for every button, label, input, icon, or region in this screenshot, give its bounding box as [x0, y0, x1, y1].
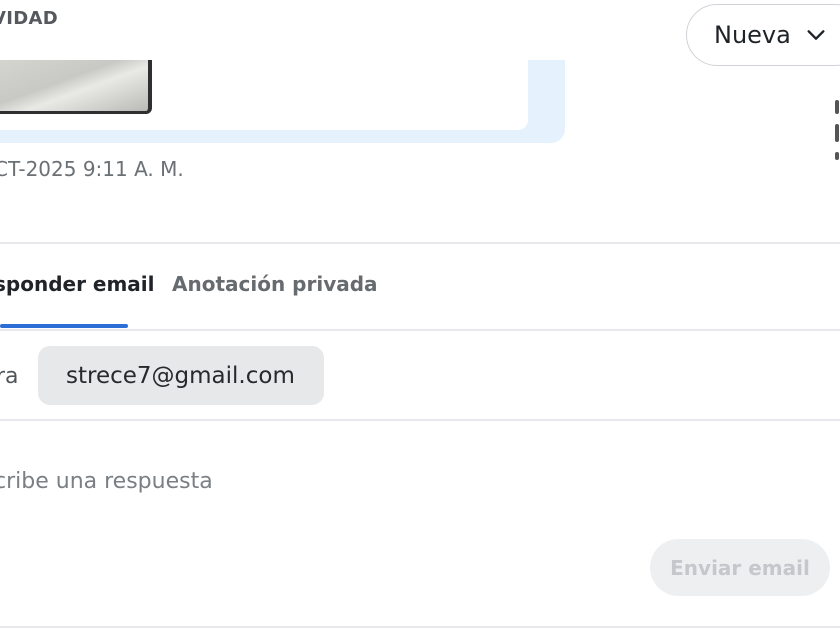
divider — [0, 329, 840, 331]
attachment-thumbnail[interactable] — [0, 60, 152, 114]
tab-reply-email[interactable]: sponder email — [0, 272, 155, 296]
chevron-down-icon — [807, 30, 825, 40]
divider — [0, 626, 840, 628]
to-label: ra — [0, 364, 19, 389]
message-timestamp: CT-2025 9:11 A. M. — [0, 157, 184, 181]
reply-input[interactable] — [0, 455, 816, 507]
recipient-email: strece7@gmail.com — [66, 362, 295, 389]
active-tab-indicator — [0, 324, 128, 328]
status-dropdown[interactable]: Nueva — [686, 4, 840, 66]
send-email-button[interactable]: Enviar email — [650, 539, 830, 596]
right-panel-edge — [835, 100, 840, 180]
divider — [0, 242, 840, 244]
recipient-chip[interactable]: strece7@gmail.com — [38, 346, 324, 405]
divider — [0, 419, 840, 421]
status-dropdown-value: Nueva — [714, 21, 791, 49]
tab-private-note[interactable]: Anotación privada — [172, 272, 378, 296]
activity-section-label: VIDAD — [0, 8, 58, 29]
